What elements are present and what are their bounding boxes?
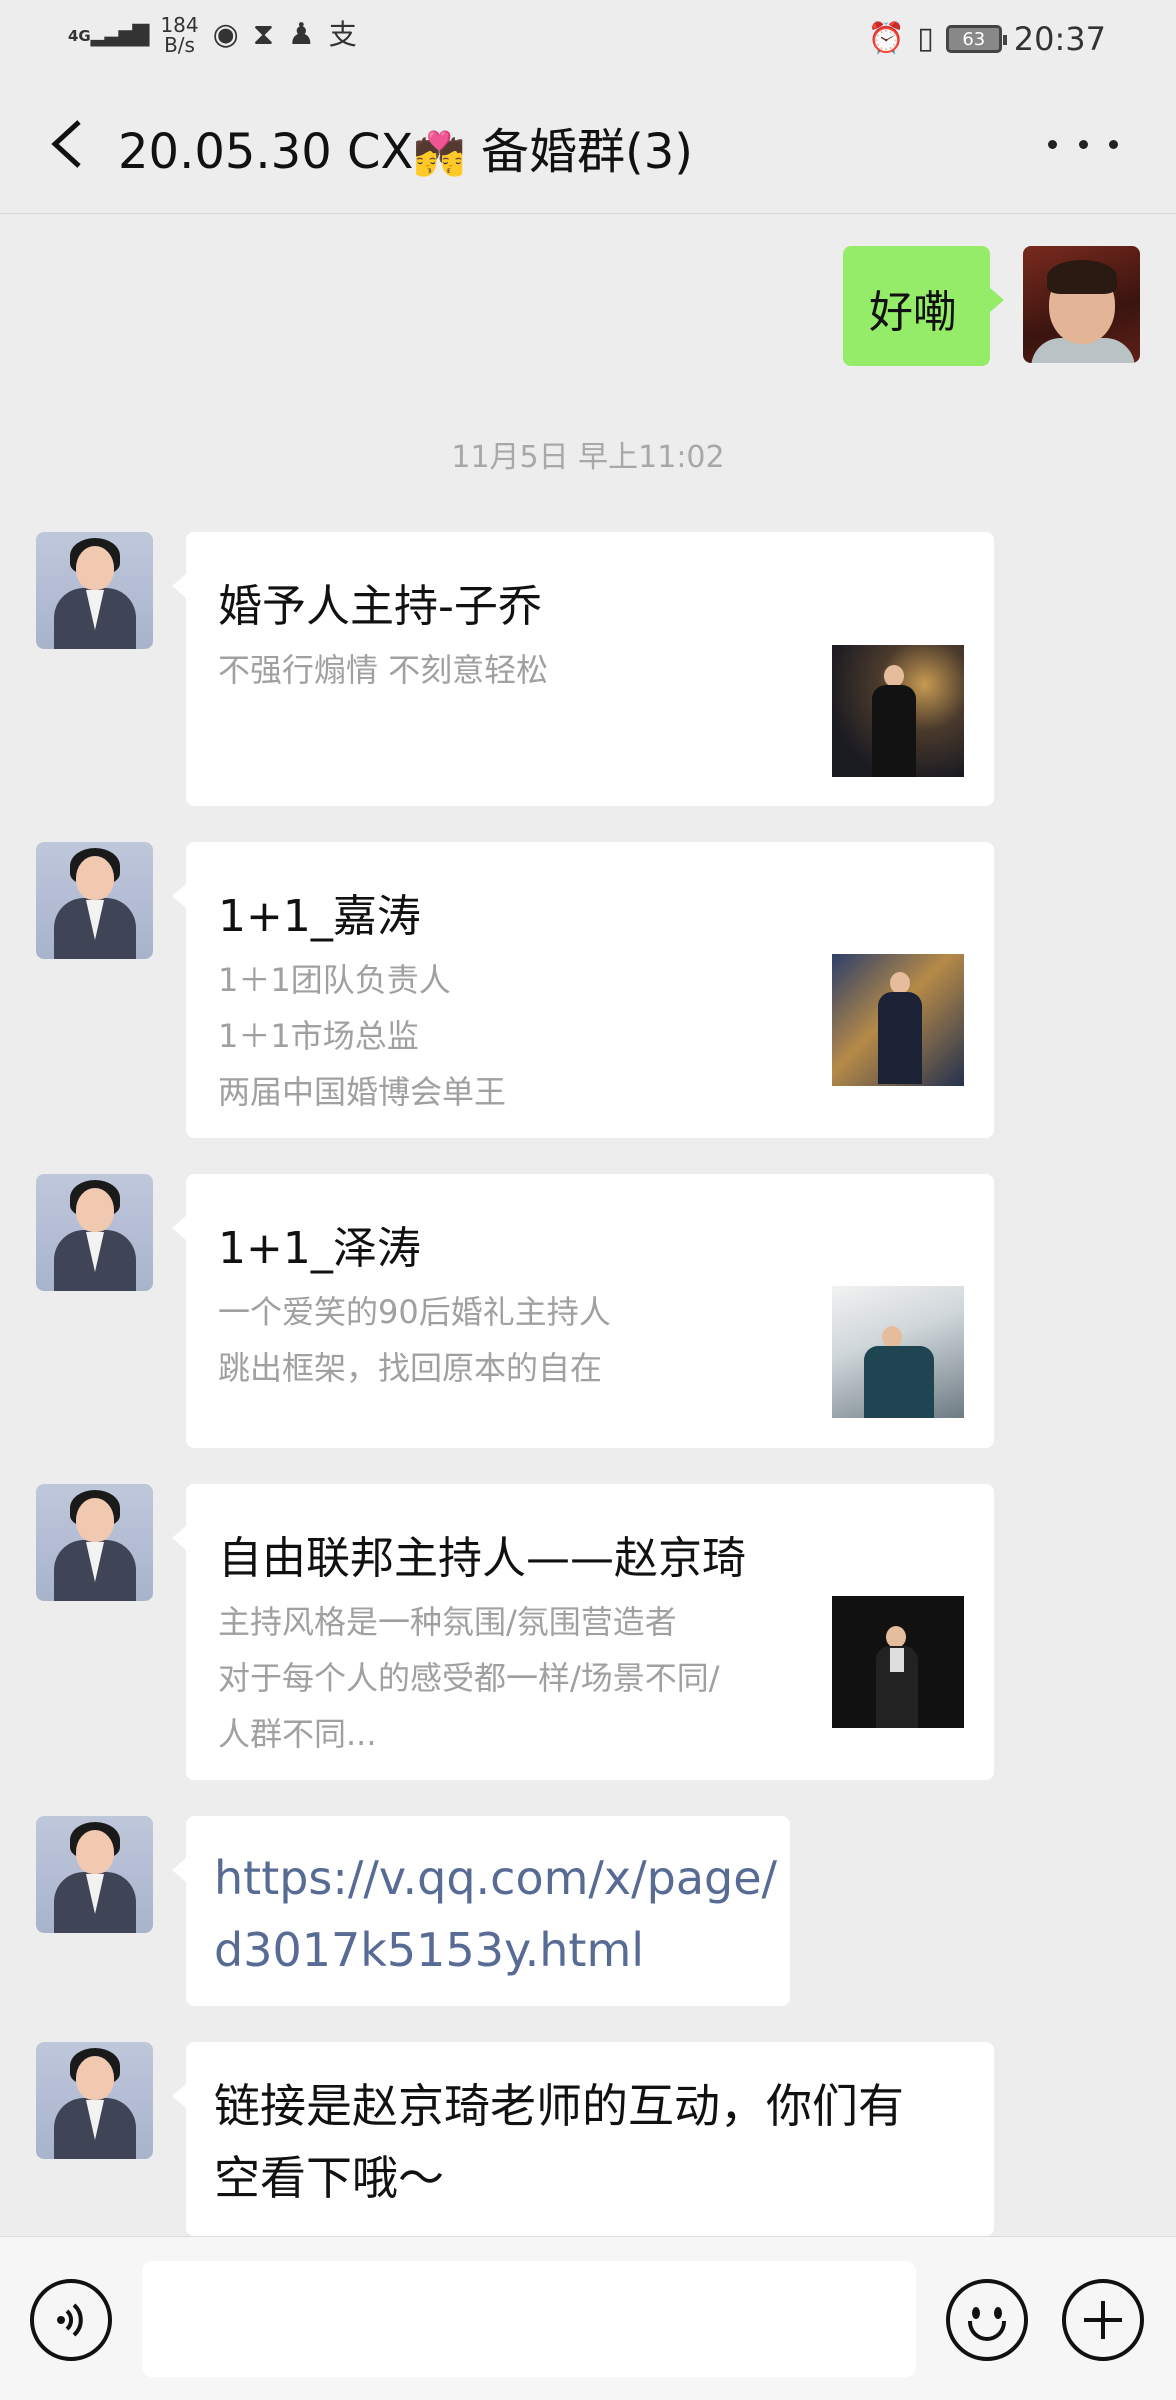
card-description-line: 对于每个人的感受都一样/场景不同/ — [218, 1659, 720, 1697]
link-url-line: https://v.qq.com/x/page/ — [214, 1851, 778, 1905]
card-description-line: 一个爱笑的90后婚礼主持人 — [218, 1293, 611, 1331]
message-line: 空看下哦～ — [214, 2151, 444, 2205]
link-card[interactable]: 自由联邦主持人——赵京琦 主持风格是一种氛围/氛围营造者 对于每个人的感受都一样… — [172, 1484, 994, 1780]
emoji-eye-icon — [972, 2307, 980, 2319]
status-right: ⏰ ▯ 63 20:37 — [868, 14, 1106, 64]
card-title: 1+1_嘉涛 — [218, 891, 421, 942]
card-description-line: 跳出框架，找回原本的自在 — [218, 1349, 603, 1387]
input-bar — [0, 2236, 1176, 2400]
sender-avatar[interactable] — [36, 2042, 153, 2159]
card-title: 1+1_泽涛 — [218, 1223, 421, 1274]
card-title: 自由联邦主持人——赵京琦 — [218, 1533, 746, 1584]
message-input[interactable] — [142, 2261, 916, 2377]
qq-icon: ♟ — [287, 17, 315, 52]
card-description-line: 人群不同... — [218, 1715, 377, 1753]
text-message-bubble[interactable]: 链接是赵京琦老师的互动，你们有 空看下哦～ — [172, 2042, 994, 2236]
message-timestamp: 11月5日 早上11:02 — [451, 440, 725, 475]
my-message-bubble[interactable]: 好嘞 — [843, 246, 1004, 366]
card-description: 不强行煽情 不刻意轻松 — [218, 642, 778, 698]
link-card[interactable]: 婚予人主持-子乔 不强行煽情 不刻意轻松 — [172, 532, 994, 806]
sender-avatar[interactable] — [36, 842, 153, 959]
alipay-icon: 支 — [328, 18, 357, 51]
more-dot-icon — [1078, 139, 1088, 149]
chat-title-prefix: 20.05.30 CX — [118, 124, 414, 180]
card-description: 一个爱笑的90后婚礼主持人 跳出框架，找回原本的自在 — [218, 1284, 778, 1396]
emoji-button[interactable] — [946, 2279, 1028, 2361]
card-description-line: 不强行煽情 不刻意轻松 — [218, 651, 549, 689]
card-description: 主持风格是一种氛围/氛围营造者 对于每个人的感受都一样/场景不同/ 人群不同..… — [218, 1594, 778, 1762]
link-url[interactable]: https://v.qq.com/x/page/ d3017k5153y.htm… — [214, 1842, 777, 1986]
sender-avatar[interactable] — [36, 532, 153, 649]
card-description-line: 两届中国婚博会单王 — [218, 1073, 507, 1111]
chat-title: 20.05.30 CX💏 备婚群(3) — [118, 112, 693, 182]
status-left: 4G▂▃▅▇ 184 B/s ◉ ⧗ ♟ 支 — [68, 10, 357, 60]
more-functions-plus-button[interactable] — [1062, 2279, 1144, 2361]
sender-avatar[interactable] — [36, 1484, 153, 1601]
status-time: 20:37 — [1013, 20, 1106, 58]
card-thumbnail — [832, 1596, 964, 1728]
more-dot-icon — [1109, 139, 1118, 149]
message-line: 链接是赵京琦老师的互动，你们有 — [214, 2079, 904, 2133]
couple-kiss-icon: 💏 — [413, 129, 466, 178]
chat-header: 20.05.30 CX💏 备婚群(3) — [0, 72, 1176, 214]
eye-icon: ◉ — [212, 17, 239, 52]
chevron-left-icon — [51, 120, 81, 168]
link-card[interactable]: 1+1_泽涛 一个爱笑的90后婚礼主持人 跳出框架，找回原本的自在 — [172, 1174, 994, 1448]
my-avatar[interactable] — [1023, 246, 1140, 363]
network-speed-unit: B/s — [164, 33, 195, 57]
emoji-eye-icon — [994, 2307, 1002, 2319]
card-description-line: 1＋1市场总监 — [218, 1017, 419, 1055]
card-description: 1＋1团队负责人 1＋1市场总监 两届中国婚博会单王 — [218, 952, 778, 1120]
card-thumbnail — [832, 645, 964, 777]
alarm-icon: ⏰ — [867, 21, 906, 56]
more-options-button[interactable] — [1048, 124, 1118, 164]
card-title: 婚予人主持-子乔 — [218, 581, 542, 632]
network-speed: 184 B/s — [160, 15, 198, 55]
network-speed-value: 184 — [160, 13, 199, 37]
back-button[interactable] — [36, 114, 96, 174]
voice-icon — [57, 2303, 83, 2337]
emoji-smile-icon — [968, 2321, 1006, 2341]
battery-level: 63 — [962, 28, 986, 50]
network-type: 4G — [68, 26, 91, 45]
vibrate-icon: ▯ — [917, 21, 934, 56]
link-message-bubble[interactable]: https://v.qq.com/x/page/ d3017k5153y.htm… — [172, 1816, 790, 2006]
link-url-line: d3017k5153y.html — [214, 1923, 645, 1977]
card-thumbnail — [832, 1286, 964, 1418]
voice-input-button[interactable] — [30, 2279, 112, 2361]
status-bar: 4G▂▃▅▇ 184 B/s ◉ ⧗ ♟ 支 ⏰ ▯ 63 20:37 — [0, 0, 1176, 72]
more-dot-icon — [1048, 139, 1057, 149]
link-card[interactable]: 1+1_嘉涛 1＋1团队负责人 1＋1市场总监 两届中国婚博会单王 — [172, 842, 994, 1138]
card-description-line: 1＋1团队负责人 — [218, 961, 451, 999]
message-text: 链接是赵京琦老师的互动，你们有 空看下哦～ — [214, 2070, 904, 2214]
my-message-text: 好嘞 — [869, 287, 957, 338]
battery-icon: 63 — [945, 25, 1007, 53]
hourglass-icon: ⧗ — [252, 17, 274, 52]
sender-avatar[interactable] — [36, 1174, 153, 1291]
signal-icon: 4G▂▃▅▇ — [68, 21, 149, 47]
card-description-line: 主持风格是一种氛围/氛围营造者 — [218, 1603, 677, 1641]
sender-avatar[interactable] — [36, 1816, 153, 1933]
chat-title-suffix: 备婚群(3) — [465, 124, 693, 180]
card-thumbnail — [832, 954, 964, 1086]
